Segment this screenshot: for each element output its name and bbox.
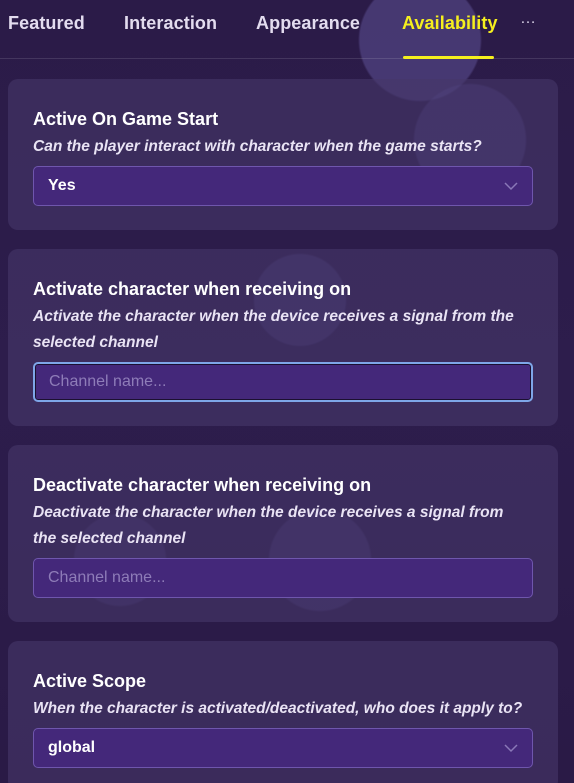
section-description: Deactivate the character when the device…	[33, 504, 504, 547]
tab-appearance[interactable]: Appearance	[256, 13, 360, 34]
active-scope-select[interactable]: global	[33, 728, 533, 768]
section-description: Activate the character when the device r…	[33, 308, 514, 351]
active-tab-indicator	[403, 56, 494, 59]
section-activate-channel: Activate character when receiving on Act…	[8, 249, 558, 426]
tab-bar: Featured Interaction Appearance Availabi…	[0, 0, 574, 59]
chevron-down-icon	[504, 181, 518, 191]
selected-value: Yes	[48, 177, 76, 194]
tab-featured[interactable]: Featured	[8, 13, 85, 34]
section-title: Active Scope	[33, 671, 147, 691]
deactivate-channel-field[interactable]	[33, 558, 533, 598]
activate-channel-input[interactable]	[49, 373, 517, 391]
section-title: Deactivate character when receiving on	[33, 475, 372, 495]
section-title: Activate character when receiving on	[33, 279, 352, 299]
selected-value: global	[48, 739, 96, 756]
tab-availability[interactable]: Availability	[402, 13, 498, 34]
more-tabs-icon[interactable]: …	[520, 10, 537, 28]
section-description: When the character is activated/deactiva…	[33, 700, 523, 717]
section-title: Active On Game Start	[33, 109, 219, 129]
section-active-scope: Active Scope When the character is activ…	[8, 641, 558, 783]
section-deactivate-channel: Deactivate character when receiving on D…	[8, 445, 558, 622]
section-description: Can the player interact with character w…	[33, 138, 482, 155]
section-active-on-game-start: Active On Game Start Can the player inte…	[8, 79, 558, 230]
tab-interaction[interactable]: Interaction	[124, 13, 217, 34]
chevron-down-icon	[504, 743, 518, 753]
deactivate-channel-input[interactable]	[48, 569, 518, 587]
activate-channel-field[interactable]	[33, 362, 533, 402]
game-start-select[interactable]: Yes	[33, 166, 533, 206]
